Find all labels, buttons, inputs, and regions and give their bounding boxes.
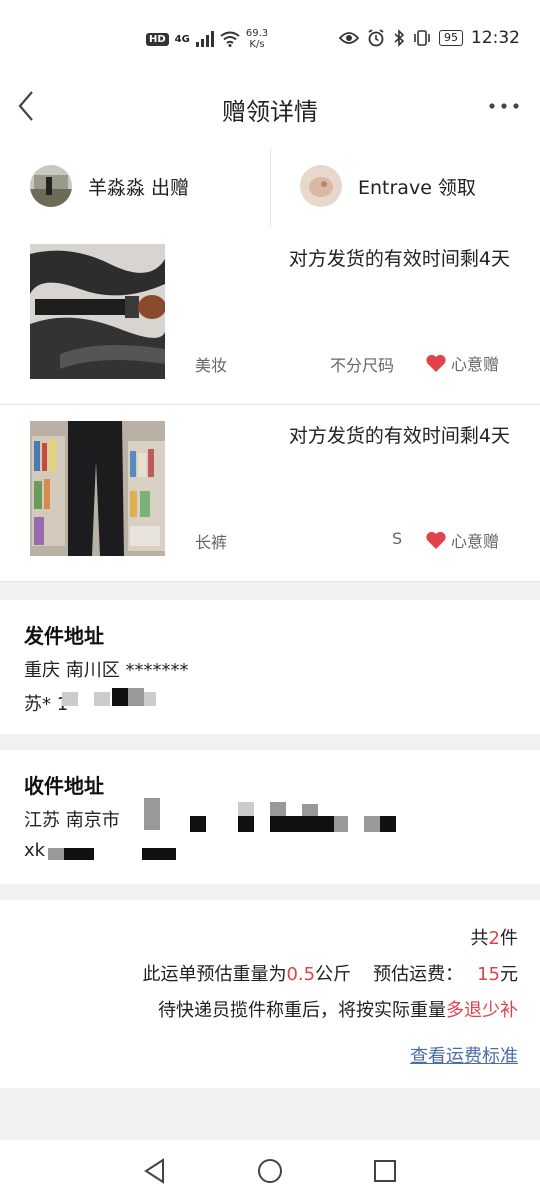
privacy-mosaic xyxy=(62,692,78,706)
note-prefix: 待快递员揽件称重后，将按实际重量 xyxy=(158,1000,446,1021)
privacy-mosaic xyxy=(270,816,334,832)
privacy-mosaic xyxy=(64,848,94,860)
heart-icon xyxy=(426,531,446,549)
item-category: 长裤 xyxy=(195,533,228,552)
receiver-avatar[interactable] xyxy=(300,165,342,207)
status-left: HD 4G 69.3 K/s xyxy=(146,28,268,50)
shipping-summary: 共2件 此运单预估重量为0.5公斤 预估运费： 15元 待快递员揽件称重后，将按实际… xyxy=(0,900,540,1088)
alarm-icon xyxy=(368,29,384,47)
more-options-icon[interactable] xyxy=(488,96,520,116)
sender-region: 重庆 南川区 ******* xyxy=(24,660,189,681)
item-total: 共2件 xyxy=(471,924,518,950)
privacy-mosaic xyxy=(142,848,176,860)
fee-standard-link[interactable]: 查看运费标准 xyxy=(410,1042,518,1068)
receiver-address-title: 收件地址 xyxy=(24,774,104,798)
giver-avatar[interactable] xyxy=(30,165,72,207)
fee-prefix: 预估运费： xyxy=(373,964,464,985)
weight-fee-line: 此运单预估重量为0.5公斤 预估运费： 15元 xyxy=(142,960,518,986)
gift-type-label: 心意赠 xyxy=(451,355,500,374)
hd-badge: HD xyxy=(146,32,169,46)
eye-icon xyxy=(339,32,359,44)
wifi-icon xyxy=(220,31,240,47)
privacy-mosaic xyxy=(144,798,160,830)
fee-value: 15 xyxy=(477,964,500,985)
privacy-mosaic xyxy=(112,688,128,706)
back-triangle-icon[interactable] xyxy=(140,1156,170,1186)
privacy-mosaic xyxy=(334,816,348,832)
sender-address-title: 发件地址 xyxy=(24,624,104,648)
party-divider xyxy=(270,148,271,226)
privacy-mosaic xyxy=(190,816,206,832)
heart-icon xyxy=(426,354,446,372)
network-speed: 69.3 K/s xyxy=(246,28,268,50)
privacy-mosaic xyxy=(380,816,396,832)
privacy-mosaic xyxy=(270,802,286,816)
sender-address: 发件地址 重庆 南川区 ******* 苏* 1 xyxy=(0,600,540,734)
speed-unit: K/s xyxy=(249,39,265,50)
privacy-mosaic xyxy=(302,804,318,816)
weight-value: 0.5 xyxy=(286,964,316,985)
item-size: S xyxy=(392,529,403,548)
gift-detail-page: HD 4G 69.3 K/s 95 12:32 赠领详情 羊淼淼 出赠 Entr… xyxy=(0,0,540,1200)
item-category: 美妆 xyxy=(195,356,228,375)
gift-type: 心意赠 xyxy=(425,351,499,375)
receiver-name: Entrave 领取 xyxy=(358,176,476,199)
clock: 12:32 xyxy=(471,28,520,48)
ship-deadline: 对方发货的有效时间剩4天 xyxy=(288,425,510,447)
receiver-contact: xk xyxy=(24,840,46,861)
speed-value: 69.3 xyxy=(245,28,269,39)
giver-name: 羊淼淼 出赠 xyxy=(88,176,190,199)
item-image[interactable] xyxy=(30,244,165,379)
gift-item[interactable]: 对方发货的有效时间剩4天 长裤 S 心意赠 xyxy=(0,405,540,582)
item-image[interactable] xyxy=(30,421,165,556)
privacy-mosaic xyxy=(238,816,254,832)
privacy-mosaic xyxy=(238,802,254,816)
receiver[interactable]: Entrave 领取 xyxy=(300,144,476,228)
home-circle-icon[interactable] xyxy=(255,1156,285,1186)
status-bar: HD 4G 69.3 K/s 95 12:32 xyxy=(0,0,540,72)
receiver-address: 收件地址 江苏 南京市 xk xyxy=(0,750,540,884)
privacy-mosaic xyxy=(144,692,156,706)
privacy-mosaic xyxy=(48,848,64,860)
giver[interactable]: 羊淼淼 出赠 xyxy=(30,144,189,228)
ship-deadline: 对方发货的有效时间剩4天 xyxy=(288,248,510,270)
battery-indicator: 95 xyxy=(439,30,463,46)
weight-note: 待快递员揽件称重后，将按实际重量多退少补 xyxy=(158,996,518,1022)
item-size: 不分尺码 xyxy=(330,356,395,375)
page-title: 赠领详情 xyxy=(222,98,318,126)
total-prefix: 共 xyxy=(470,928,489,949)
privacy-mosaic xyxy=(364,816,380,832)
privacy-mosaic xyxy=(128,688,144,706)
total-suffix: 件 xyxy=(500,928,518,949)
gift-type-label: 心意赠 xyxy=(451,532,500,551)
note-highlight: 多退少补 xyxy=(446,1000,518,1021)
bluetooth-icon xyxy=(394,29,405,47)
recents-square-icon[interactable] xyxy=(370,1156,400,1186)
gift-type: 心意赠 xyxy=(425,528,499,552)
gift-item[interactable]: 对方发货的有效时间剩4天 美妆 不分尺码 心意赠 xyxy=(0,228,540,405)
system-nav-bar xyxy=(0,1140,540,1200)
fee-unit: 元 xyxy=(500,964,518,985)
gift-parties: 羊淼淼 出赠 Entrave 领取 xyxy=(0,144,540,229)
weight-unit: 公斤 xyxy=(315,964,352,985)
nav-bar: 赠领详情 xyxy=(0,72,540,144)
weight-prefix: 此运单预估重量为 xyxy=(142,964,287,985)
receiver-region: 江苏 南京市 xyxy=(24,810,120,831)
network-type: 4G xyxy=(174,33,190,45)
signal-icon xyxy=(195,31,214,47)
privacy-mosaic xyxy=(94,692,110,706)
status-right: 95 12:32 xyxy=(339,28,520,48)
total-count: 2 xyxy=(488,928,500,949)
vibrate-icon xyxy=(414,30,430,46)
